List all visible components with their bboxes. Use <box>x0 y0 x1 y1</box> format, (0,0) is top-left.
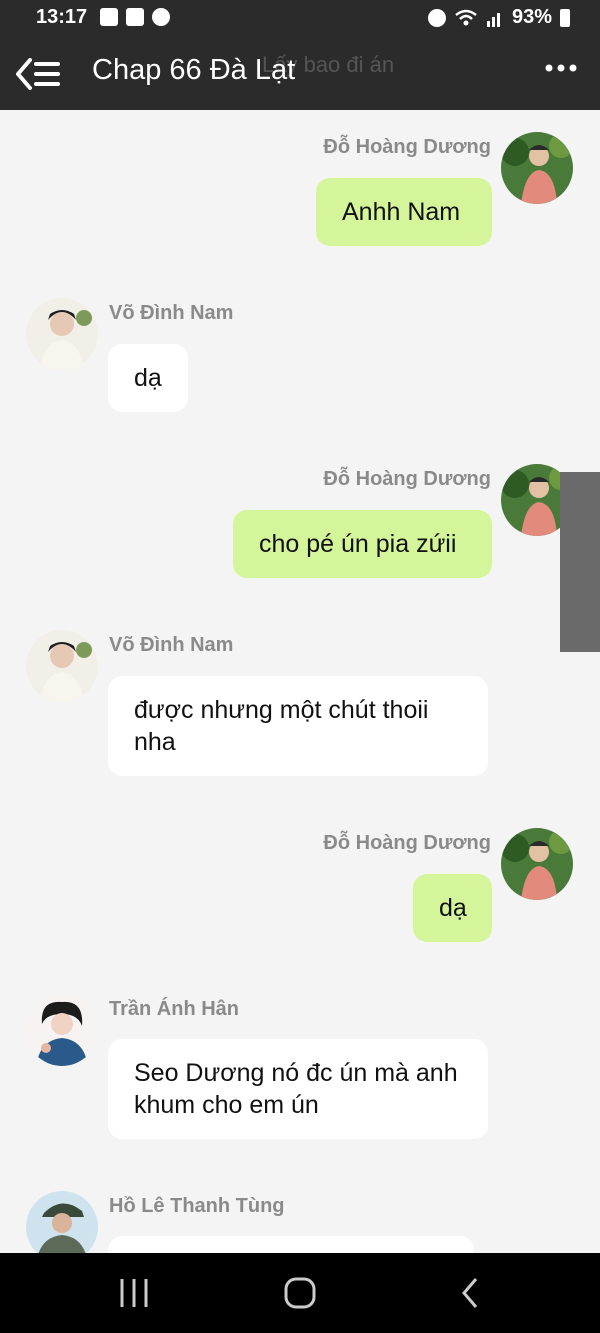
sender-name: Võ Đình Nam <box>109 302 234 324</box>
home-icon <box>284 1277 316 1309</box>
chat-title[interactable]: Chap 66 Đà Lạt <box>92 54 295 87</box>
message-bubble[interactable] <box>108 1236 474 1253</box>
avatar[interactable] <box>501 828 573 900</box>
more-options-button[interactable] <box>544 52 578 86</box>
message-bubble[interactable]: dạ <box>413 874 492 942</box>
message-bubble[interactable]: cho pé ún pia zứii <box>233 510 492 578</box>
system-icons: 93% <box>427 6 570 29</box>
recents-icon <box>120 1279 148 1307</box>
avatar[interactable] <box>26 298 98 370</box>
sender-name: Võ Đình Nam <box>109 634 234 656</box>
scroll-handle[interactable] <box>560 472 600 652</box>
message-bubble[interactable]: Seo Dương nó đc ún mà anh khum cho em ún <box>108 1039 488 1139</box>
chat-messages[interactable]: Đỗ Hoàng Dương Anhh Nam Võ Đình Nam dạ Đ… <box>0 110 600 1253</box>
sender-name: Đỗ Hoàng Dương <box>323 468 491 490</box>
sender-name: Đỗ Hoàng Dương <box>323 136 491 158</box>
avatar[interactable] <box>26 630 98 702</box>
message-bubble[interactable]: dạ <box>108 344 188 412</box>
message-bubble[interactable]: được nhưng một chút thoii nha <box>108 676 488 776</box>
status-bar: 13:17 93% <box>0 0 600 36</box>
battery-icon <box>560 8 570 27</box>
avatar[interactable] <box>501 132 573 204</box>
sender-name: Trần Ánh Hân <box>109 998 240 1020</box>
baomoi-icon <box>126 8 144 26</box>
home-button[interactable] <box>280 1273 320 1313</box>
back-nav-button[interactable] <box>452 1273 492 1313</box>
signal-icon <box>486 12 500 27</box>
back-menu-icon <box>16 58 60 90</box>
message-bubble[interactable]: Anhh Nam <box>316 178 492 246</box>
notification-icons <box>100 8 170 26</box>
avatar[interactable] <box>26 1191 98 1253</box>
recent-apps-button[interactable] <box>114 1273 154 1313</box>
messenger-icon <box>152 8 170 26</box>
avatar[interactable] <box>26 994 98 1066</box>
status-time: 13:17 <box>36 6 88 28</box>
sender-name: Đỗ Hoàng Dương <box>323 832 491 854</box>
system-nav-bar <box>0 1253 600 1333</box>
wifi-icon <box>455 9 477 25</box>
alarm-icon <box>427 8 446 27</box>
more-icon <box>545 64 577 72</box>
chat-header: Lấy bao đi án Chap 66 Đà Lạt <box>0 36 600 110</box>
sender-name: Hồ Lê Thanh Tùng <box>109 1195 285 1217</box>
gallery-icon <box>100 8 118 26</box>
battery-percent: 93% <box>511 6 552 28</box>
chevron-left-icon <box>462 1278 478 1308</box>
back-button[interactable] <box>14 54 64 94</box>
